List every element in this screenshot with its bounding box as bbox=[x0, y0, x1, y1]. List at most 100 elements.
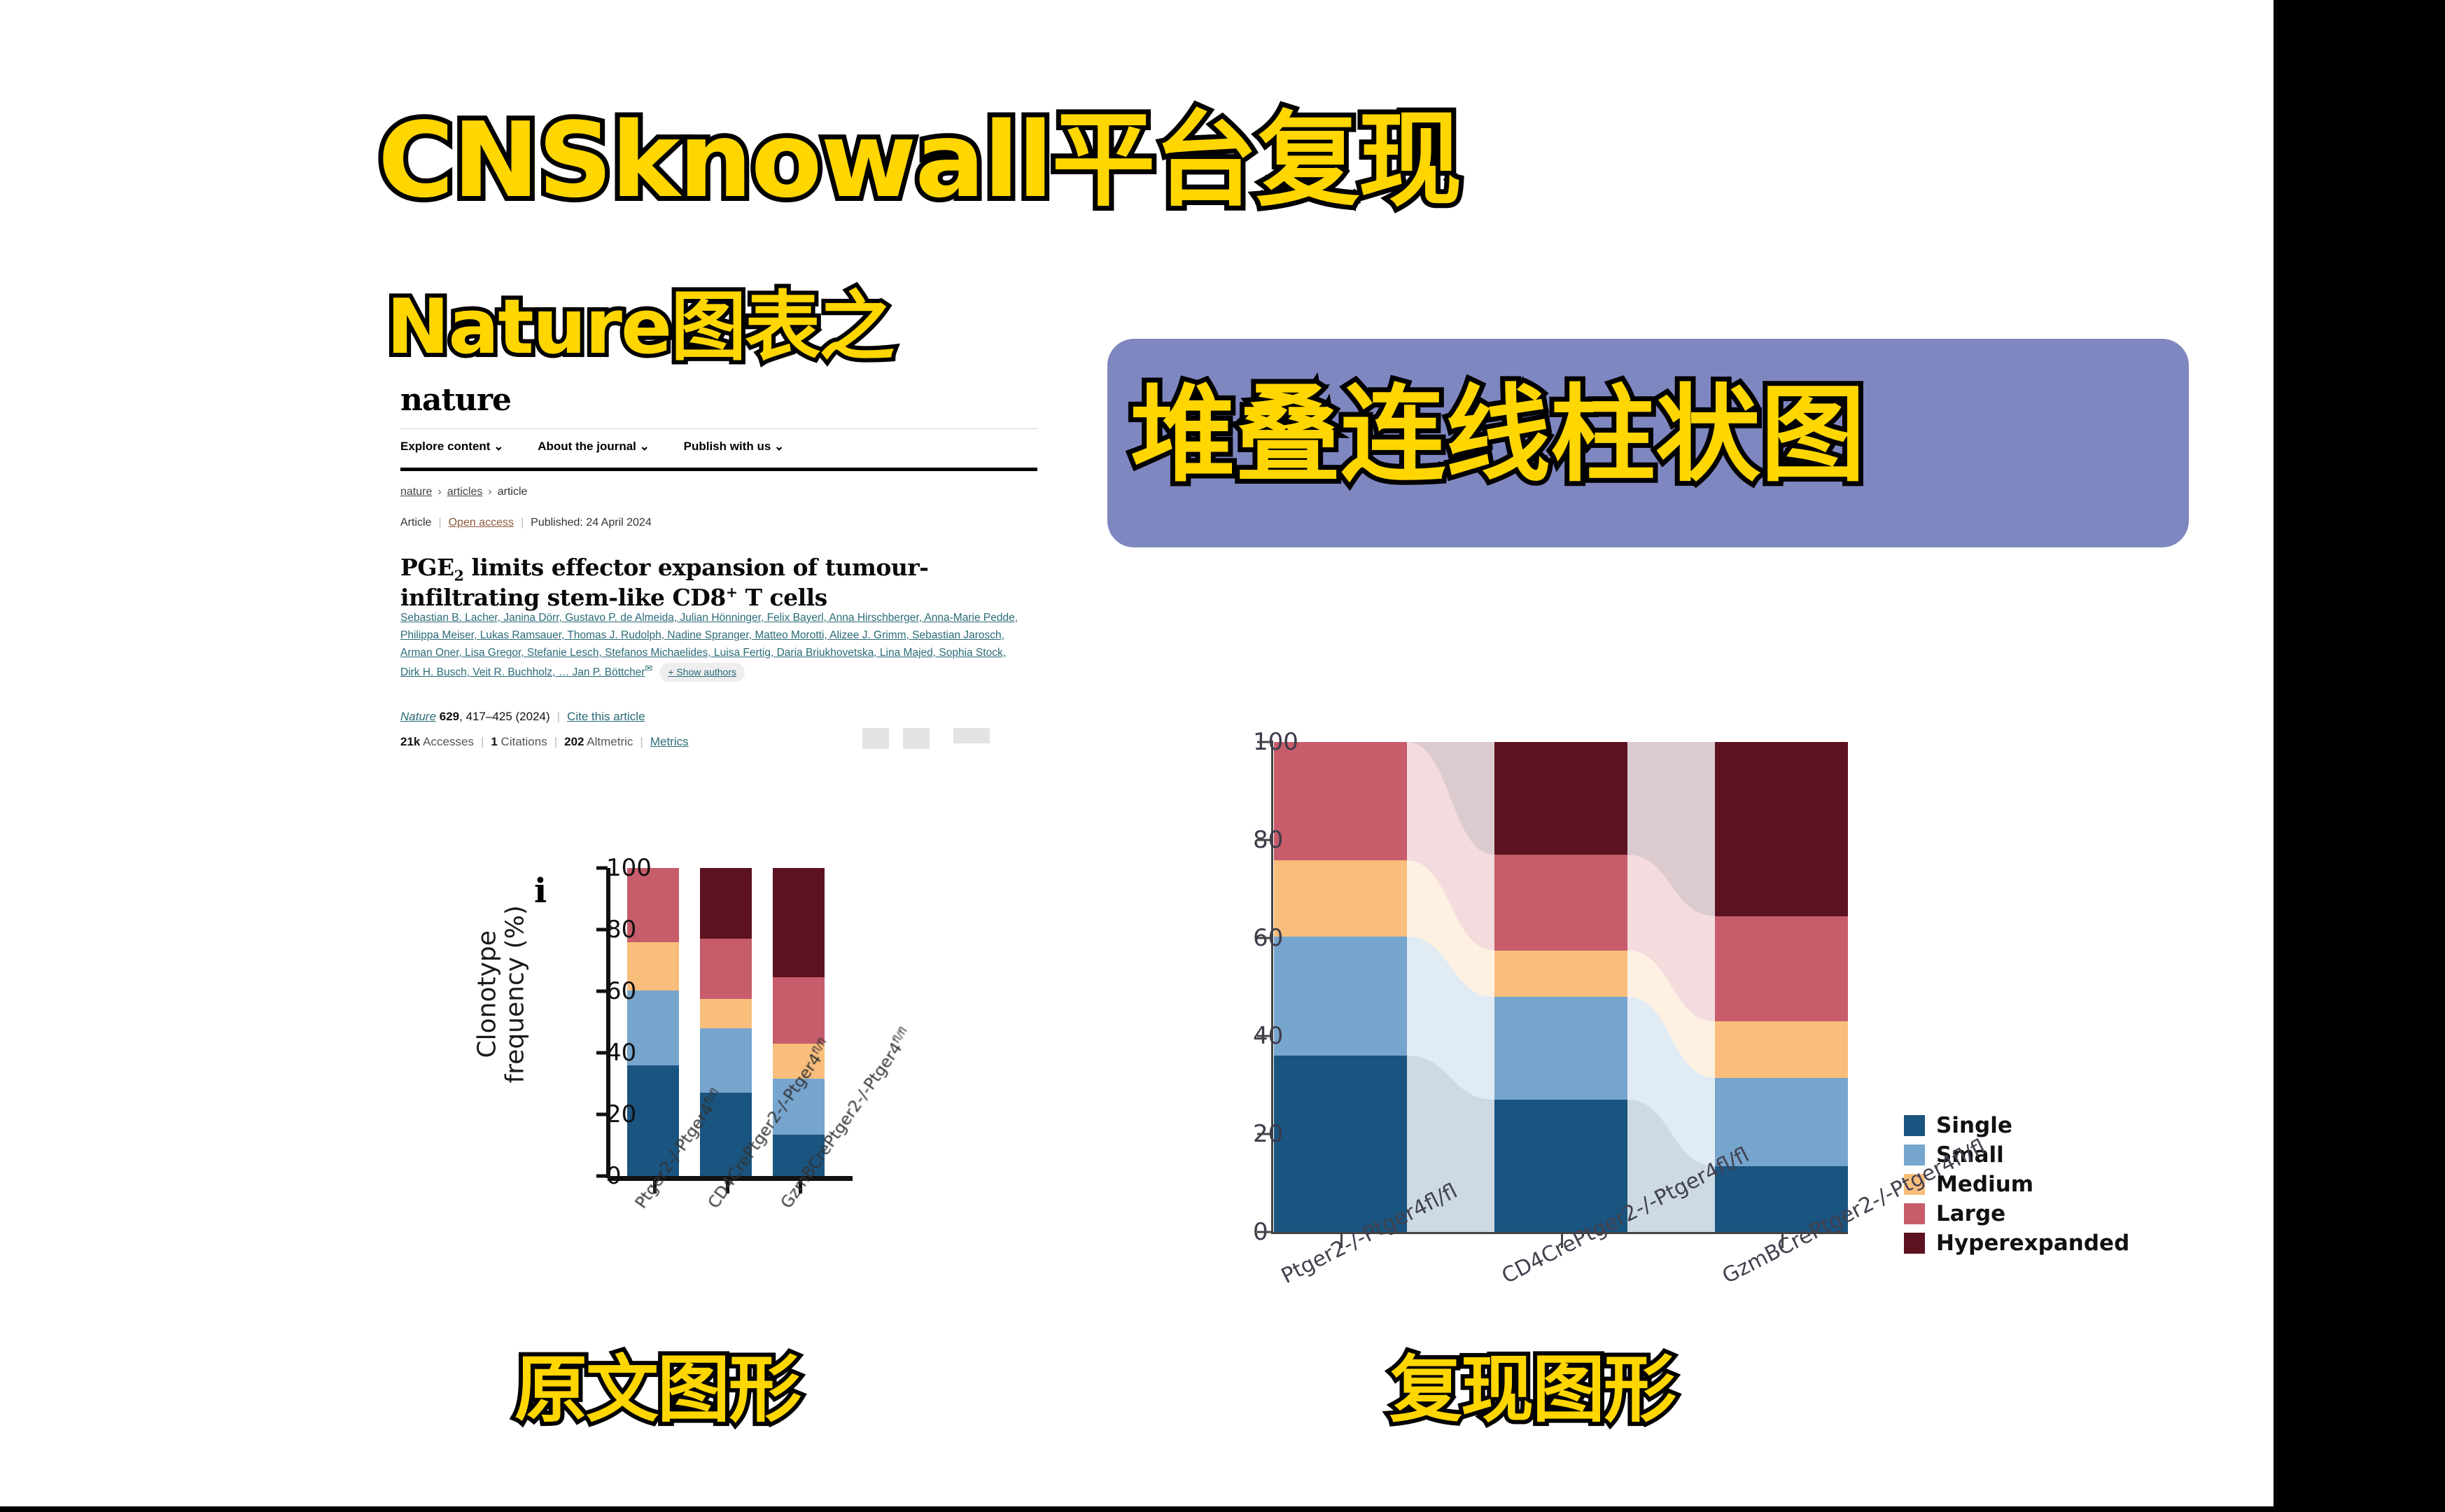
altmetric-label: Altmetric bbox=[587, 735, 633, 748]
repro-bar-segment-hyperexpanded[interactable] bbox=[1715, 742, 1848, 916]
legend-item-single[interactable]: Single bbox=[1904, 1113, 2129, 1138]
ylabel-line-2: frequency (%) bbox=[501, 905, 530, 1084]
nav-item-explore-content[interactable]: Explore content ⌄ bbox=[400, 440, 503, 454]
legend-swatch-icon bbox=[1904, 1233, 1925, 1254]
published-date: Published: 24 April 2024 bbox=[531, 517, 652, 528]
accesses-label: Accesses bbox=[423, 735, 474, 748]
original-bar-segment-large bbox=[773, 977, 825, 1044]
legend-label: Single bbox=[1936, 1113, 2012, 1138]
repro-y-tick-mark bbox=[1257, 937, 1271, 939]
accesses-count: 21k bbox=[400, 735, 421, 748]
original-bar-segment-medium bbox=[700, 998, 752, 1028]
repro-bar-segment-small[interactable] bbox=[1494, 997, 1627, 1100]
page-title-sub: Nature图表之 bbox=[382, 279, 899, 375]
original-y-tick-mark bbox=[596, 1174, 608, 1178]
title-part: limits effector expansion of tumour-infi… bbox=[400, 554, 929, 612]
reproduced-figure: Single Small Medium Large Hyperexpanded 0 20 4… bbox=[1183, 714, 2219, 1358]
citation-line: Nature 629, 417–425 (2024) | Cite this art… bbox=[400, 710, 645, 723]
original-y-tick-mark bbox=[596, 1112, 608, 1116]
repro-y-tick-mark bbox=[1257, 1133, 1271, 1135]
original-y-tick-mark bbox=[596, 927, 608, 932]
breadcrumb-separator: › bbox=[437, 486, 442, 498]
repro-bar-segment-large[interactable] bbox=[1715, 916, 1848, 1021]
cite-this-article-link[interactable]: Cite this article bbox=[567, 710, 645, 723]
breadcrumb-separator: › bbox=[488, 486, 492, 498]
original-y-axis-label: Clonotype frequency (%) bbox=[472, 878, 531, 1110]
envelope-icon: ✉ bbox=[645, 663, 653, 674]
breadcrumb-item-nature[interactable]: nature bbox=[400, 486, 432, 498]
repro-bar-segment-single[interactable] bbox=[1274, 1055, 1407, 1232]
citations-count: 1 bbox=[491, 735, 498, 748]
chevron-down-icon: ⌄ bbox=[493, 440, 504, 453]
nav-label: Explore content bbox=[400, 440, 491, 453]
repro-bar-segment-medium[interactable] bbox=[1715, 1021, 1848, 1078]
repro-stacked-bar[interactable] bbox=[1494, 742, 1627, 1232]
original-bar-segment-large bbox=[700, 939, 752, 999]
nature-nav: Explore content ⌄ About the journal ⌄ Pu… bbox=[400, 440, 1037, 463]
original-y-axis bbox=[606, 868, 610, 1178]
original-stacked-bar bbox=[627, 868, 679, 1176]
meta-separator: | bbox=[480, 735, 484, 748]
original-figure: i Clonotype frequency (%) 020406080100Pt… bbox=[448, 826, 980, 1372]
original-bar-segment-hyperexpanded bbox=[700, 868, 752, 939]
author-list: Sebastian B. Lacher, Janina Dörr, Gustav… bbox=[400, 609, 1023, 682]
meta-separator: | bbox=[640, 735, 643, 748]
divider-top bbox=[400, 428, 1037, 429]
volume-number: 629 bbox=[439, 710, 460, 723]
legend-swatch-icon bbox=[1904, 1115, 1925, 1136]
legend-item-hyperexpanded[interactable]: Hyperexpanded bbox=[1904, 1231, 2129, 1256]
nav-item-about-the-journal[interactable]: About the journal ⌄ bbox=[538, 440, 650, 454]
title-part: PGE bbox=[400, 554, 454, 582]
chevron-down-icon: ⌄ bbox=[774, 440, 785, 453]
chart-legend: Single Small Medium Large Hyperexpanded bbox=[1904, 1113, 2129, 1260]
title-superscript: + bbox=[725, 584, 738, 601]
legend-label: Large bbox=[1936, 1201, 2006, 1226]
highlight-box-title: 堆叠连线柱状图 bbox=[1126, 370, 1870, 501]
nav-item-publish-with-us[interactable]: Publish with us ⌄ bbox=[684, 440, 785, 454]
legend-item-large[interactable]: Large bbox=[1904, 1201, 2129, 1226]
repro-bar-segment-medium[interactable] bbox=[1494, 950, 1627, 997]
bottom-letterbox bbox=[0, 1506, 2445, 1512]
page-title-main: CNSknowall平台复现 bbox=[373, 95, 1467, 225]
metrics-link[interactable]: Metrics bbox=[650, 735, 689, 748]
repro-plot-area bbox=[1274, 742, 1848, 1232]
original-stacked-bar bbox=[773, 868, 825, 1176]
page-range: 417–425 (2024) bbox=[465, 710, 550, 723]
breadcrumb-item-article: article bbox=[497, 486, 528, 498]
caption-original: 原文图形 bbox=[510, 1343, 806, 1436]
right-letterbox bbox=[2274, 0, 2445, 1512]
repro-y-tick-mark bbox=[1257, 1035, 1271, 1037]
screenshot-canvas: nature Explore content ⌄ About the journ… bbox=[0, 0, 2445, 1512]
ylabel-line-1: Clonotype bbox=[472, 930, 502, 1058]
placeholder-block bbox=[862, 728, 889, 749]
original-stacked-bar bbox=[700, 868, 752, 1176]
journal-name[interactable]: Nature bbox=[400, 710, 436, 723]
original-y-tick-mark bbox=[596, 989, 608, 993]
original-y-tick-mark bbox=[596, 866, 608, 870]
repro-bar-segment-large[interactable] bbox=[1274, 742, 1407, 861]
repro-bar-segment-medium[interactable] bbox=[1274, 860, 1407, 937]
panel-letter-i: i bbox=[534, 872, 547, 911]
metrics-line: 21k Accesses | 1 Citations | 202 Altmetric | M… bbox=[400, 735, 689, 749]
nature-logo: nature bbox=[400, 382, 512, 418]
nav-label: About the journal bbox=[538, 440, 636, 453]
repro-y-tick-mark bbox=[1257, 1231, 1271, 1233]
divider-bold bbox=[400, 468, 1037, 471]
title-subscript: 2 bbox=[454, 567, 464, 584]
chevron-down-icon: ⌄ bbox=[639, 440, 650, 453]
original-y-tick-mark bbox=[596, 1051, 608, 1055]
placeholder-block bbox=[953, 728, 990, 743]
repro-bar-segment-small[interactable] bbox=[1274, 936, 1407, 1056]
original-bar-segment-hyperexpanded bbox=[773, 868, 825, 978]
open-access-link[interactable]: Open access bbox=[449, 517, 514, 528]
meta-separator: | bbox=[438, 517, 442, 528]
meta-separator: | bbox=[521, 517, 524, 528]
breadcrumb-item-articles[interactable]: articles bbox=[447, 486, 483, 498]
nature-article-screenshot: nature Explore content ⌄ About the journ… bbox=[400, 377, 1037, 832]
show-authors-button[interactable]: + Show authors bbox=[659, 663, 745, 682]
title-part: T cells bbox=[737, 584, 827, 612]
repro-bar-segment-hyperexpanded[interactable] bbox=[1494, 742, 1627, 855]
caption-reproduced: 复现图形 bbox=[1385, 1343, 1681, 1436]
repro-stacked-bar[interactable] bbox=[1274, 742, 1407, 1232]
repro-bar-segment-large[interactable] bbox=[1494, 855, 1627, 951]
